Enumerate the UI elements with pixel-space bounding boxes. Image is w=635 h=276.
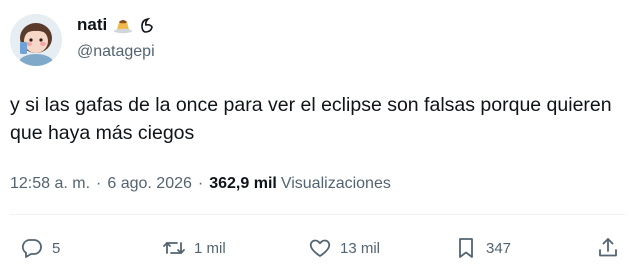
wing-icon: [139, 16, 155, 34]
bookmark-button[interactable]: 347: [452, 226, 511, 270]
tweet-meta: 12:58 a. m. · 6 ago. 2026 · 362,9 mil Vi…: [10, 172, 391, 196]
share-icon: [594, 234, 622, 262]
meta-separator: ·: [96, 175, 102, 192]
author-handle[interactable]: @natagepi: [77, 42, 155, 62]
reply-icon: [18, 234, 46, 262]
pudding-icon: [113, 16, 133, 34]
tweet-text: y si las gafas de la once para ver el ec…: [10, 94, 612, 144]
author-display-name[interactable]: nati: [77, 14, 107, 36]
like-count: 13 mil: [340, 239, 381, 257]
reply-count: 5: [52, 239, 61, 257]
repost-button[interactable]: 1 mil: [160, 226, 226, 270]
heart-icon: [306, 234, 334, 262]
views-count: 362,9 mil: [209, 175, 277, 192]
repost-icon: [160, 234, 188, 262]
reply-button[interactable]: 5: [18, 226, 60, 270]
repost-count: 1 mil: [194, 239, 226, 257]
tweet-time[interactable]: 12:58 a. m.: [10, 175, 90, 193]
avatar[interactable]: [10, 14, 62, 66]
tweet-date[interactable]: 6 ago. 2026: [107, 175, 192, 193]
author-name-row[interactable]: nati: [77, 14, 155, 36]
divider: [10, 214, 625, 215]
bookmark-count: 347: [486, 239, 512, 257]
share-button[interactable]: [594, 226, 622, 270]
views-label: Visualizaciones: [280, 175, 391, 192]
meta-separator: ·: [197, 175, 204, 192]
bookmark-icon: [452, 234, 480, 262]
like-button[interactable]: 13 mil: [306, 226, 380, 270]
action-bar: 5 1 mil 13 mil 347: [0, 226, 635, 270]
avatar-image: [10, 14, 62, 66]
